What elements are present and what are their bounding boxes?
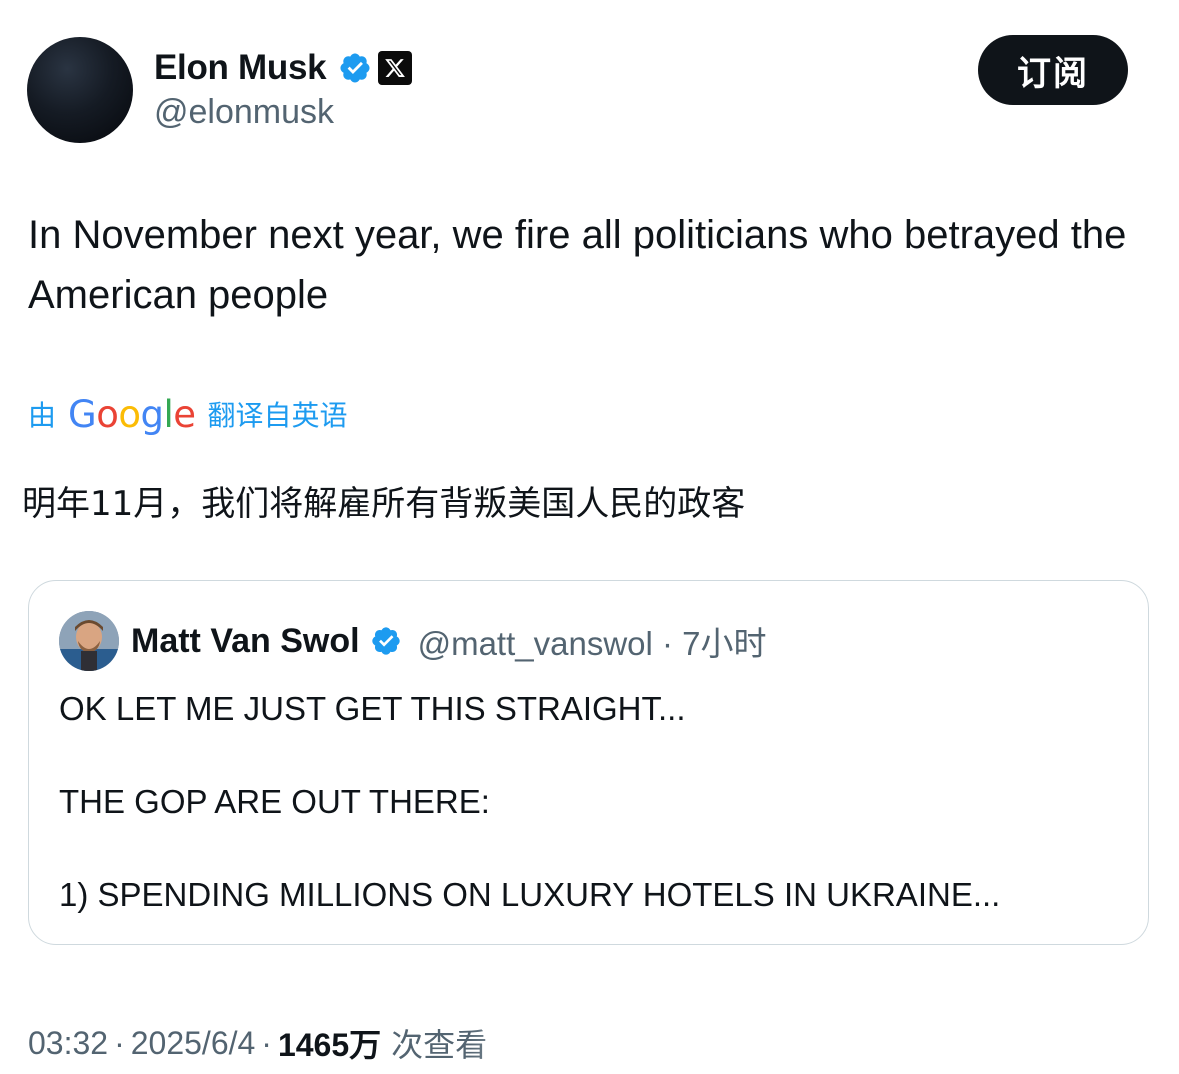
- author-handle[interactable]: @elonmusk: [154, 93, 334, 132]
- x-logo-icon[interactable]: [378, 51, 413, 85]
- quoted-author-avatar[interactable]: [59, 611, 119, 671]
- quoted-tweet-card[interactable]: Matt Van Swol @matt_vanswol · 7小时 OK LET…: [28, 580, 1149, 945]
- verified-badge-icon[interactable]: [338, 51, 372, 85]
- translation-by-label: 由: [28, 399, 57, 432]
- subscribe-button[interactable]: 订阅: [978, 35, 1128, 105]
- quoted-author-handle[interactable]: @matt_vanswol · 7小时: [418, 617, 767, 665]
- google-logo: Google: [68, 392, 196, 436]
- quoted-tweet-text: OK LET ME JUST GET THIS STRAIGHT... THE …: [59, 690, 1001, 913]
- tweet-date[interactable]: 2025/6/4: [131, 1025, 256, 1062]
- translated-text: 明年11月，我们将解雇所有背叛美国人民的政客: [22, 484, 746, 524]
- screenshot-fade-overlay: [470, 1015, 730, 1070]
- tweet-text: In November next year, we fire all polit…: [28, 213, 1127, 317]
- translation-source-label[interactable]: 翻译自英语: [208, 394, 348, 434]
- author-name[interactable]: Elon Musk: [154, 48, 327, 88]
- meta-separator: ·: [114, 1024, 125, 1061]
- quoted-header: Matt Van Swol @matt_vanswol · 7小时: [131, 619, 767, 663]
- quoted-author-name[interactable]: Matt Van Swol: [131, 622, 360, 661]
- author-name-row: Elon Musk: [154, 44, 413, 92]
- view-count: 1465万: [277, 1027, 382, 1063]
- meta-separator: ·: [261, 1024, 272, 1061]
- author-avatar[interactable]: [27, 37, 133, 143]
- translation-attribution[interactable]: 由 Google 翻译自英语: [28, 388, 348, 440]
- verified-badge-icon[interactable]: [370, 625, 402, 657]
- tweet-meta: 03:32 · 2025/6/4 · 1465万 次查看: [28, 1020, 487, 1066]
- tweet-time[interactable]: 03:32: [28, 1025, 108, 1062]
